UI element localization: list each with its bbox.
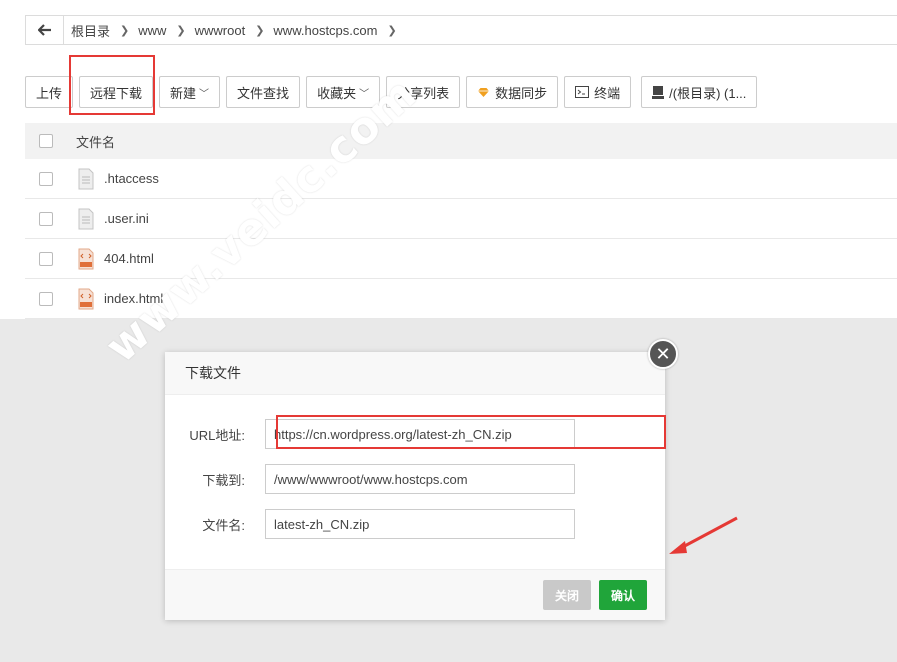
red-arrow-annotation <box>669 516 738 554</box>
column-header-filename[interactable]: 文件名 <box>76 132 115 151</box>
destination-row: 下载到: <box>165 464 575 494</box>
chevron-down-icon: ﹀ <box>199 88 210 100</box>
breadcrumb-item-wwwroot[interactable]: wwwroot ❯ <box>195 23 265 38</box>
confirm-button[interactable]: 确认 <box>599 580 647 610</box>
highlight-url-input <box>276 415 666 449</box>
filename-row: 文件名: <box>165 509 575 539</box>
arrow-left-icon <box>37 24 51 36</box>
html-file-icon <box>78 288 94 310</box>
close-button[interactable]: 关闭 <box>543 580 591 610</box>
destination-input[interactable] <box>265 464 575 494</box>
destination-label: 下载到: <box>202 472 245 488</box>
highlight-remote-download <box>69 55 155 115</box>
back-button[interactable] <box>26 16 64 44</box>
breadcrumb: 根目录 ❯ www ❯ wwwroot ❯ www.hostcps.com ❯ <box>25 15 897 45</box>
dialog-close-icon[interactable]: ✕ <box>648 339 678 369</box>
chevron-right-icon: ❯ <box>120 24 130 37</box>
chevron-right-icon: ❯ <box>255 24 265 37</box>
file-text-icon <box>78 208 94 230</box>
dialog-footer: 关闭 确认 <box>165 569 665 620</box>
breadcrumb-item-www[interactable]: www ❯ <box>138 23 185 38</box>
file-row[interactable]: .htaccess <box>25 159 897 199</box>
row-checkbox[interactable] <box>39 251 53 266</box>
data-sync-button[interactable]: 数据同步 <box>466 76 559 108</box>
file-name[interactable]: 404.html <box>104 251 154 266</box>
row-checkbox[interactable] <box>39 291 53 306</box>
html-file-icon <box>78 248 94 270</box>
file-row[interactable]: 404.html <box>25 239 897 279</box>
chevron-right-icon: ❯ <box>176 24 186 37</box>
file-search-button[interactable]: 文件查找 <box>226 76 301 108</box>
file-name[interactable]: .user.ini <box>104 211 149 226</box>
url-label: URL地址: <box>189 427 245 443</box>
file-text-icon <box>78 168 94 190</box>
new-button[interactable]: 新建 ﹀ <box>159 76 221 108</box>
breadcrumb-item-root[interactable]: 根目录 ❯ <box>71 21 129 40</box>
file-name[interactable]: .htaccess <box>104 171 159 186</box>
chevron-right-icon: ❯ <box>387 24 397 37</box>
download-file-dialog: 下载文件 URL地址: 下载到: 文件名: 关闭 确认 <box>165 352 665 620</box>
file-list-header: 文件名 <box>25 123 897 159</box>
breadcrumb-item-site[interactable]: www.hostcps.com ❯ <box>273 23 396 38</box>
terminal-button[interactable]: 终端 <box>564 76 632 108</box>
row-checkbox[interactable] <box>39 171 53 186</box>
disk-icon <box>652 85 665 99</box>
terminal-icon <box>575 86 590 98</box>
select-all-checkbox[interactable] <box>39 134 53 148</box>
dialog-title: 下载文件 <box>165 352 665 395</box>
filename-input[interactable] <box>265 509 575 539</box>
upload-button[interactable]: 上传 <box>25 76 74 108</box>
filename-label: 文件名: <box>202 517 245 533</box>
row-checkbox[interactable] <box>39 211 53 226</box>
disk-button[interactable]: /(根目录) (1... <box>641 76 758 108</box>
file-row[interactable]: .user.ini <box>25 199 897 239</box>
diamond-icon <box>477 87 490 98</box>
file-manager-page: 根目录 ❯ www ❯ wwwroot ❯ www.hostcps.com ❯ 上传 远… <box>0 0 897 662</box>
